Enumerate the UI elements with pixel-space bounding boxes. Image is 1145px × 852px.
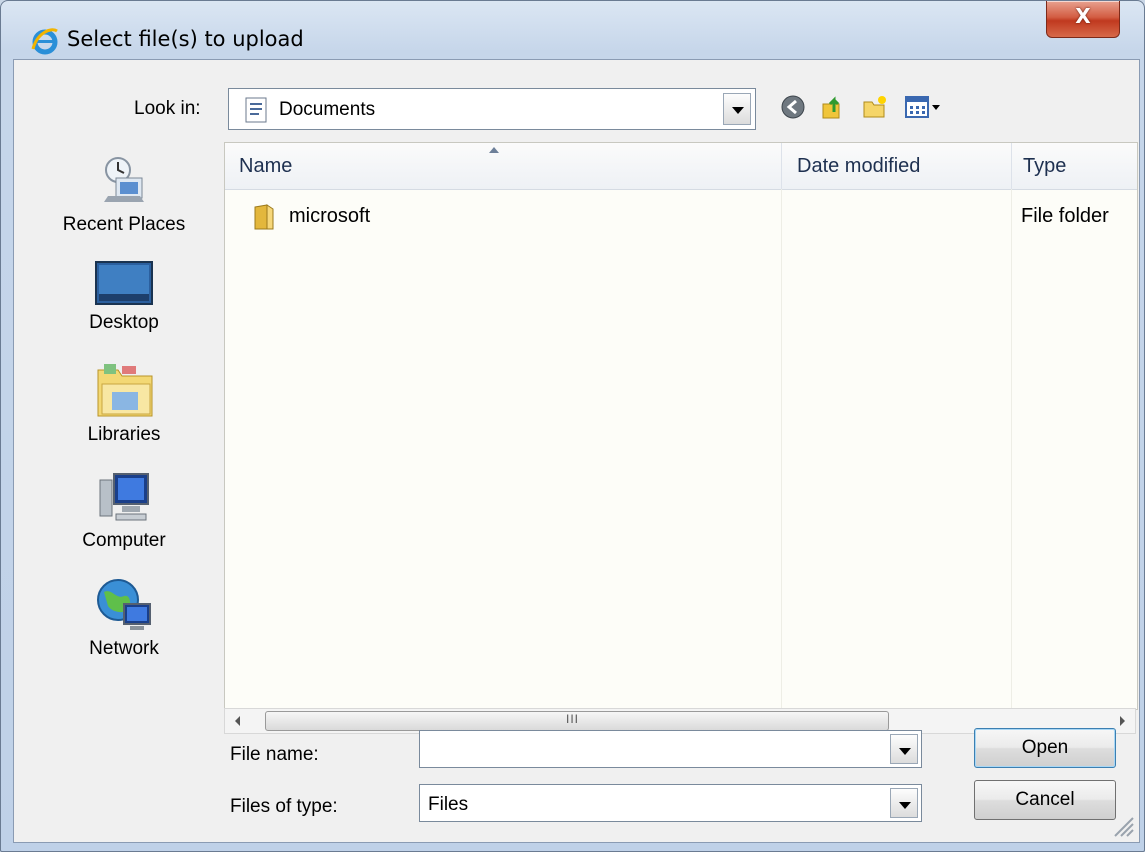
file-name-dropdown-button[interactable] — [890, 734, 918, 764]
place-network[interactable]: Network — [34, 574, 214, 660]
cancel-button[interactable]: Cancel — [974, 780, 1116, 820]
view-menu-icon[interactable] — [904, 94, 944, 120]
computer-icon — [99, 473, 149, 521]
files-of-type-combobox[interactable]: Files — [419, 784, 922, 822]
file-name-combobox[interactable] — [419, 730, 922, 768]
network-icon — [97, 579, 151, 630]
file-name-cell: microsoft — [289, 205, 371, 227]
place-label: Libraries — [87, 424, 161, 445]
back-icon[interactable] — [780, 94, 806, 120]
column-guide — [1011, 189, 1012, 709]
place-libraries[interactable]: Libraries — [34, 360, 214, 446]
column-divider[interactable] — [781, 143, 782, 189]
column-guide — [781, 189, 782, 709]
recent-places-icon — [104, 157, 144, 202]
place-label: Desktop — [89, 312, 159, 333]
column-header-type[interactable]: Type — [1023, 143, 1066, 189]
place-computer[interactable]: Computer — [34, 470, 214, 552]
look-in-dropdown-button[interactable] — [723, 93, 751, 125]
documents-icon — [245, 97, 267, 123]
files-of-type-value: Files — [428, 794, 469, 815]
scroll-left-icon[interactable] — [235, 716, 240, 726]
list-item[interactable]: microsoft File folder — [225, 199, 1137, 235]
look-in-value: Documents — [279, 99, 376, 120]
place-label: Network — [89, 638, 159, 659]
files-of-type-label: Files of type: — [230, 796, 338, 817]
desktop-icon — [95, 261, 153, 305]
up-folder-icon[interactable] — [820, 94, 846, 120]
place-label: Recent Places — [62, 214, 186, 235]
place-desktop[interactable]: Desktop — [34, 258, 214, 334]
ie-logo-icon — [31, 28, 58, 55]
new-folder-icon[interactable] — [862, 94, 888, 120]
file-list[interactable]: Name Date modified Type microsoft File f… — [224, 142, 1138, 710]
file-type-cell: File folder — [1021, 205, 1109, 227]
scroll-right-icon[interactable] — [1120, 716, 1125, 726]
scrollbar-thumb[interactable]: III — [265, 711, 889, 731]
scrollbar-grip: III — [566, 712, 580, 726]
file-dialog-window: Select file(s) to upload X Look in: Docu… — [0, 0, 1145, 852]
file-name-label: File name: — [230, 744, 319, 765]
column-divider[interactable] — [1011, 143, 1012, 189]
dialog-body: Look in: Documents Recent Places Desktop… — [13, 59, 1140, 843]
libraries-icon — [97, 364, 153, 417]
look-in-label: Look in: — [134, 98, 201, 119]
place-label: Computer — [82, 530, 166, 551]
folder-icon — [254, 204, 274, 230]
open-button[interactable]: Open — [974, 728, 1116, 768]
close-button[interactable]: X — [1046, 1, 1120, 38]
sort-ascending-icon — [489, 147, 499, 153]
column-header-date-modified[interactable]: Date modified — [797, 143, 920, 189]
window-title: Select file(s) to upload — [67, 27, 304, 51]
column-header-name[interactable]: Name — [239, 143, 292, 189]
list-header: Name Date modified Type — [225, 143, 1137, 190]
look-in-combobox[interactable]: Documents — [228, 88, 756, 130]
places-bar: Recent Places Desktop Libraries Computer… — [34, 142, 214, 742]
resize-grip-icon[interactable] — [1111, 814, 1135, 838]
place-recent-places[interactable]: Recent Places — [34, 150, 214, 236]
files-of-type-dropdown-button[interactable] — [890, 788, 918, 818]
close-icon: X — [1075, 4, 1091, 28]
